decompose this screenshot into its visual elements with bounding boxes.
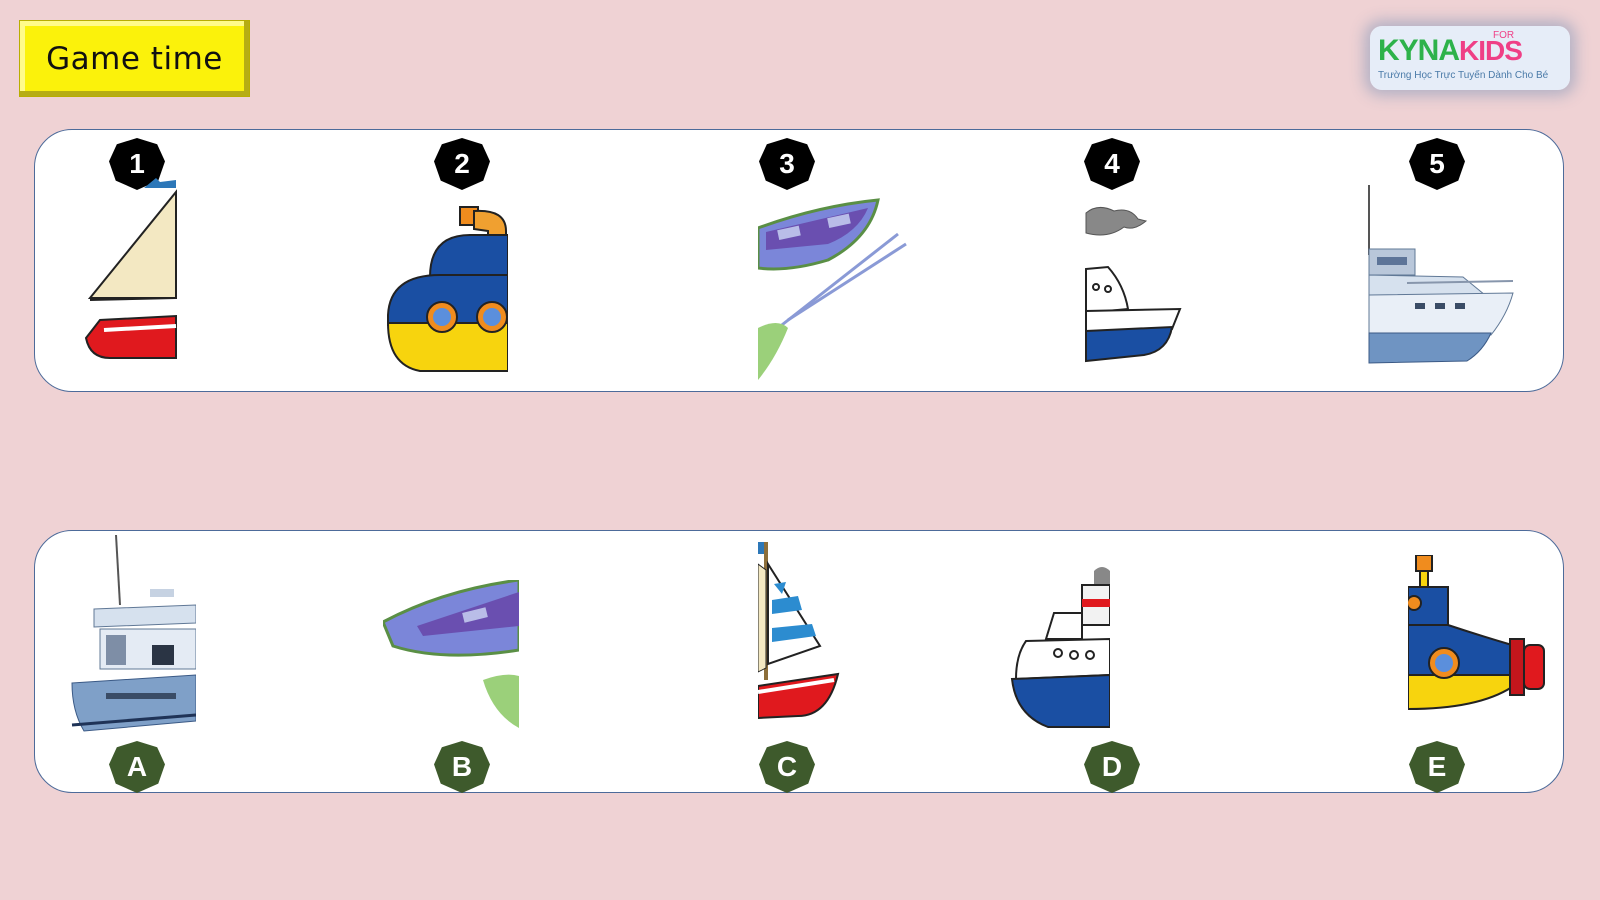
page-title: Game time <box>46 40 223 77</box>
submarine-half-icon[interactable] <box>380 205 508 377</box>
yacht-half-icon[interactable] <box>70 535 196 735</box>
logo-for-text: FOR <box>1493 30 1515 41</box>
logo-tagline: Trường Học Trực Tuyến Dành Cho Bé <box>1378 70 1549 81</box>
sailboat-half-icon[interactable] <box>80 168 184 364</box>
steamship-half-icon[interactable] <box>1084 205 1184 371</box>
game-title-box: Game time <box>19 20 250 97</box>
yacht-half-icon[interactable] <box>1367 185 1515 375</box>
rowboat-half-icon[interactable] <box>758 198 908 380</box>
submarine-half-icon[interactable] <box>1408 555 1548 725</box>
kyna-kids-logo: KYNAKIDS FOR Trường Học Trực Tuyến Dành … <box>1370 26 1570 90</box>
steamship-half-icon[interactable] <box>1008 565 1110 730</box>
sailboat-half-icon[interactable] <box>758 540 842 730</box>
rowboat-half-icon[interactable] <box>383 580 519 730</box>
